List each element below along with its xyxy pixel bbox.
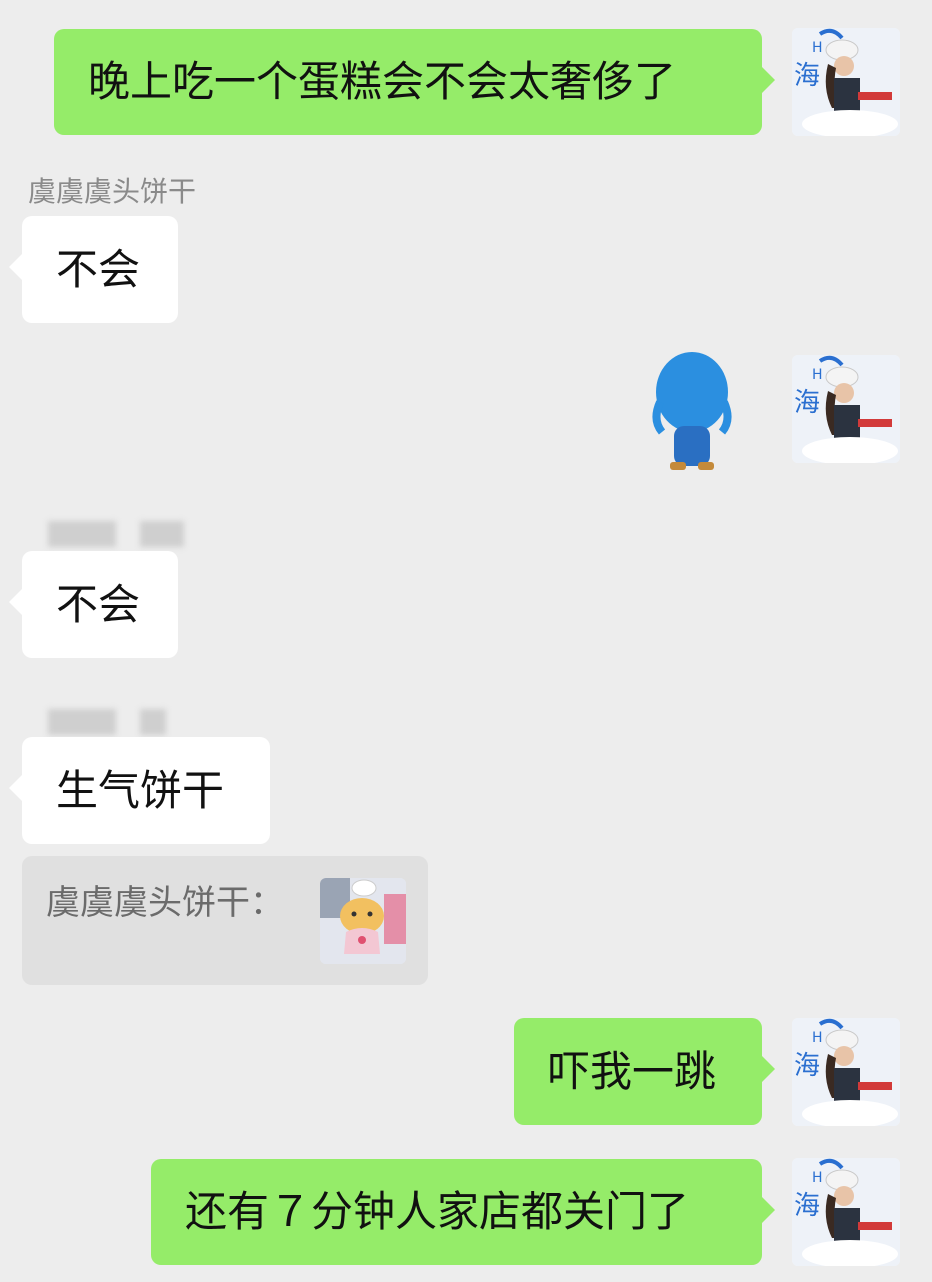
svg-text:H: H — [812, 40, 823, 56]
message-bubble-theirs[interactable]: 生气饼干 — [9, 737, 270, 844]
sticker-message[interactable] — [648, 350, 736, 474]
profile-photo-icon: 海 H — [792, 28, 900, 136]
message-bubble-theirs[interactable]: 不会 — [9, 551, 178, 658]
quoted-message[interactable]: 虞虞虞头饼干： — [22, 856, 428, 985]
svg-text:海: 海 — [794, 1051, 820, 1081]
message-text: 生气饼干 — [56, 765, 225, 815]
svg-text:H: H — [812, 1170, 823, 1186]
quote-sticker-thumbnail[interactable] — [320, 878, 406, 964]
message-bubble-mine[interactable]: 吓我一跳 — [514, 1018, 775, 1125]
sender-name: 虞虞虞头饼干 — [28, 175, 197, 208]
blurred-sender-name — [48, 521, 116, 547]
blurred-sender-name — [140, 709, 166, 735]
message-text: 吓我一跳 — [548, 1046, 717, 1096]
my-avatar[interactable]: 海 H — [792, 1018, 900, 1126]
profile-photo-icon: 海 H — [792, 1158, 900, 1266]
message-text: 不会 — [56, 244, 141, 294]
message-bubble-theirs[interactable]: 不会 — [9, 216, 178, 323]
svg-text:海: 海 — [794, 1191, 820, 1221]
svg-text:H: H — [812, 367, 823, 383]
blurred-sender-name — [140, 521, 184, 547]
message-bubble-mine[interactable]: 晚上吃一个蛋糕会不会太奢侈了 — [54, 29, 775, 135]
my-avatar[interactable]: 海 H — [792, 1158, 900, 1266]
profile-photo-icon: 海 H — [792, 355, 900, 463]
svg-text:H: H — [812, 1030, 823, 1046]
svg-text:海: 海 — [794, 61, 820, 91]
message-text: 晚上吃一个蛋糕会不会太奢侈了 — [88, 57, 677, 106]
my-avatar[interactable]: 海 H — [792, 355, 900, 463]
my-avatar[interactable]: 海 H — [792, 28, 900, 136]
message-bubble-mine[interactable]: 还有７分钟人家店都关门了 — [151, 1159, 775, 1265]
svg-text:海: 海 — [794, 388, 820, 418]
quote-sender: 虞虞虞头饼干： — [46, 883, 284, 923]
blurred-sender-name — [48, 709, 116, 735]
chef-tiger-sticker-icon — [320, 878, 406, 964]
message-text: 不会 — [56, 579, 141, 629]
message-text: 还有７分钟人家店都关门了 — [185, 1187, 690, 1236]
profile-photo-icon: 海 H — [792, 1018, 900, 1126]
blue-character-sticker-icon — [652, 352, 732, 470]
